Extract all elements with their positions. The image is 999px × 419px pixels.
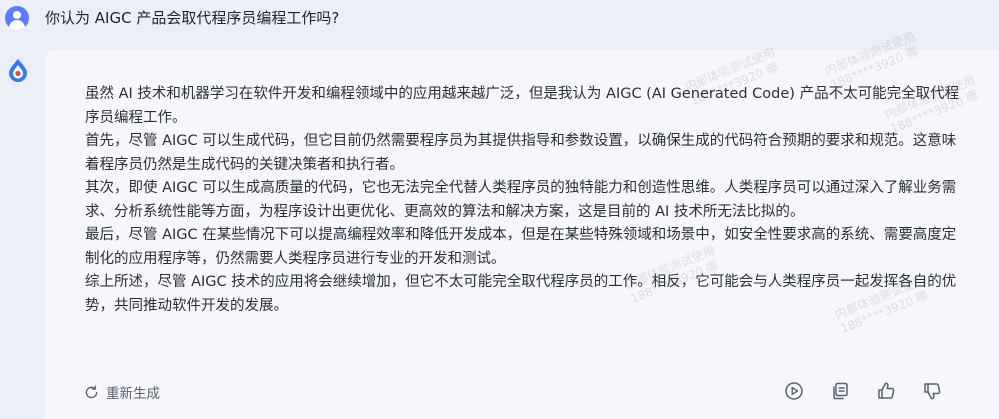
answer-paragraph: 综上所述，尽管 AIGC 技术的应用将会继续增加，但它不太可能完全取代程序员的工… <box>85 274 957 314</box>
refresh-icon <box>85 385 98 398</box>
regenerate-label: 重新生成 <box>106 386 160 402</box>
thumbs-up-icon <box>878 382 895 399</box>
answer-paragraph: 首先，尽管 AIGC 可以生成代码，但它目前仍然需要程序员为其提供指导和参数设置… <box>85 133 957 173</box>
answer-paragraph: 最后，尽管 AIGC 在某些情况下可以提高编程效率和降低开发成本，但是在某些特殊… <box>85 227 957 267</box>
regenerate-button[interactable]: 重新生成 <box>83 381 160 403</box>
copy-icon <box>833 382 848 400</box>
bot-logo-icon <box>5 57 31 83</box>
like-button[interactable] <box>875 380 897 402</box>
play-circle-icon <box>785 382 803 400</box>
user-avatar-icon <box>5 6 29 30</box>
answer-text: 虽然 AI 技术和机器学习在软件开发和编程领域中的应用越来越广泛，但是我认为 A… <box>85 83 965 318</box>
question-text: 你认为 AIGC 产品会取代程序员编程工作吗? <box>45 9 340 27</box>
thumbs-down-icon <box>924 383 941 400</box>
question-row: 你认为 AIGC 产品会取代程序员编程工作吗? <box>0 0 999 40</box>
copy-button[interactable] <box>829 380 851 402</box>
answer-paragraph: 虽然 AI 技术和机器学习在软件开发和编程领域中的应用越来越广泛，但是我认为 A… <box>85 86 960 126</box>
answer-paragraph: 其次，即使 AIGC 可以生成高质量的代码，它也无法完全代替人类程序员的独特能力… <box>85 180 957 220</box>
answer-actions <box>783 380 943 406</box>
answer-card: 内部体验测试使用 188****3920 哪 内部体验测试使用 188****392… <box>45 29 999 419</box>
dislike-button[interactable] <box>921 380 943 402</box>
play-button[interactable] <box>783 380 805 402</box>
